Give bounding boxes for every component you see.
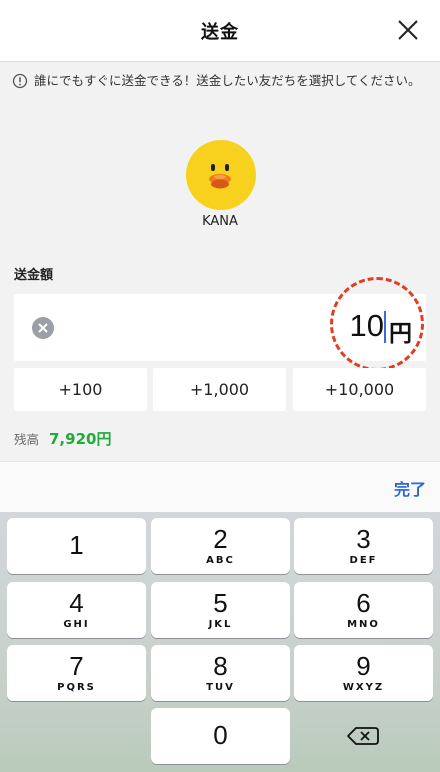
key-letters: TUV: [206, 682, 235, 693]
key-2[interactable]: 2 ABC: [151, 518, 290, 574]
key-number: 7: [69, 651, 84, 681]
clear-amount-button[interactable]: [32, 317, 54, 339]
recipient-avatar[interactable]: [186, 140, 256, 210]
numeric-keypad: 1 2 ABC 3 DEF 4 GHI 5 JKL 6 MNO 7 PQRS 8…: [0, 512, 440, 772]
key-letters: ABC: [206, 555, 235, 566]
amount-label: 送金額: [14, 268, 54, 283]
key-number: 2: [213, 524, 228, 554]
keyboard-toolbar: 完了: [0, 461, 440, 513]
balance-row: 残高 7,920円: [14, 428, 111, 449]
key-1[interactable]: 1: [7, 518, 146, 574]
quick-add-100-button[interactable]: +100: [14, 368, 147, 411]
key-letters: WXYZ: [342, 682, 385, 693]
key-letters: PQRS: [57, 682, 96, 693]
info-circle-icon: [12, 73, 28, 89]
duck-avatar-icon: [209, 164, 231, 189]
key-number: 4: [69, 588, 84, 618]
key-8[interactable]: 8 TUV: [151, 645, 290, 701]
key-number: 9: [356, 651, 371, 681]
close-button[interactable]: [392, 14, 424, 46]
backspace-key[interactable]: [294, 708, 433, 764]
header-bar: 送金: [0, 0, 440, 62]
key-5[interactable]: 5 JKL: [151, 582, 290, 638]
balance-amount: 7,920円: [49, 430, 112, 448]
key-0[interactable]: 0: [151, 708, 290, 764]
key-3[interactable]: 3 DEF: [294, 518, 433, 574]
currency-label: 円: [389, 321, 412, 347]
key-number: 0: [213, 720, 228, 750]
notice-message: 誰にでもすぐに送金できる！送金したい友だちを選択してください。: [12, 72, 422, 90]
quick-add-10000-button[interactable]: +10,000: [293, 368, 426, 411]
key-letters: MNO: [347, 619, 380, 630]
balance-label: 残高: [14, 432, 40, 447]
close-icon: [398, 20, 418, 40]
quick-add-row: +100 +1,000 +10,000: [14, 368, 426, 411]
key-number: 6: [356, 588, 371, 618]
clear-x-icon: [38, 323, 48, 333]
key-letters: JKL: [208, 619, 233, 630]
backspace-icon: [347, 727, 379, 745]
text-caret: [384, 311, 386, 343]
key-6[interactable]: 6 MNO: [294, 582, 433, 638]
key-number: 3: [356, 524, 371, 554]
key-9[interactable]: 9 WXYZ: [294, 645, 433, 701]
notice-text: 誰にでもすぐに送金できる！送金したい友だちを選択してください。: [34, 73, 421, 88]
key-4[interactable]: 4 GHI: [7, 582, 146, 638]
key-letters: DEF: [349, 555, 378, 566]
key-number: 5: [213, 588, 228, 618]
key-number: 1: [69, 530, 84, 560]
quick-add-1000-button[interactable]: +1,000: [153, 368, 286, 411]
key-7[interactable]: 7 PQRS: [7, 645, 146, 701]
key-number: 8: [213, 651, 228, 681]
key-letters: GHI: [63, 619, 90, 630]
amount-input[interactable]: 10 円: [14, 294, 426, 361]
recipient-name: KANA: [202, 214, 238, 229]
amount-value: 10: [349, 308, 384, 343]
done-button[interactable]: 完了: [394, 476, 426, 500]
page-title: 送金: [201, 22, 239, 43]
